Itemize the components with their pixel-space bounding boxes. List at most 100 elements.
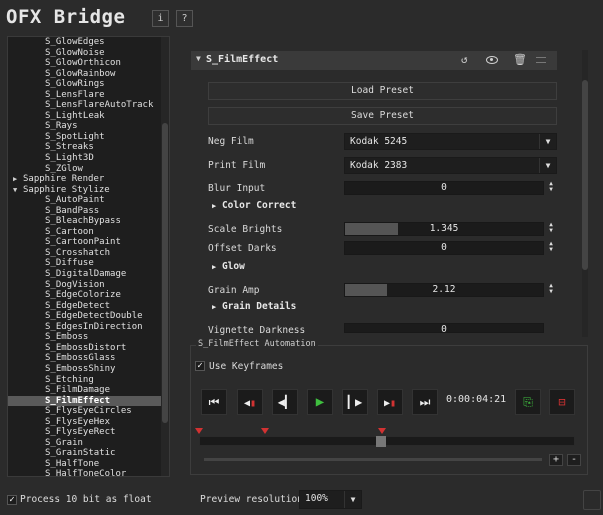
tree-item-label: S_EdgeDetect [45,300,111,311]
tree-item-label: S_BandPass [45,205,100,216]
tree-item[interactable]: S_Streaks [8,142,169,153]
use-keyframes-checkbox[interactable]: ✓ [195,361,205,371]
tree-item[interactable]: S_LensFlare [8,90,169,101]
preview-resolution-select[interactable]: 100% ▼ [299,490,362,509]
timeline-track[interactable] [199,436,575,446]
undo-icon[interactable]: ↺ [461,53,468,66]
tree-scrollbar-thumb[interactable] [162,123,168,423]
panel-scrollbar[interactable] [582,50,588,337]
tree-item[interactable]: S_GlowEdges [8,37,169,48]
tree-item[interactable]: S_SpotLight [8,132,169,143]
add-keyframe-button[interactable]: ⎘ [515,389,541,415]
tree-item[interactable]: S_BleachBypass [8,216,169,227]
go-to-start-button[interactable]: ⏮ [201,389,227,415]
vignette-darkness-field[interactable]: 0 [344,323,544,333]
info-button[interactable]: i [152,10,169,27]
tree-item[interactable]: S_EdgeDetect [8,301,169,312]
step-back-button[interactable]: ◀▎ [272,389,298,415]
tree-item[interactable]: S_FlysEyeRect [8,427,169,438]
menu-icon[interactable] [536,57,546,63]
tree-item[interactable]: S_FilmEffect [8,395,169,407]
tree-item[interactable]: S_FlysEyeCircles [8,406,169,417]
process-float-checkbox[interactable]: ✓ [7,495,17,505]
print-film-select[interactable]: Kodak 2383 ▼ [344,157,557,174]
tree-item[interactable]: S_Etching [8,375,169,386]
offset-darks-field[interactable]: 0 [344,241,544,255]
trash-icon[interactable]: 🗑 [513,53,527,66]
expand-down-icon[interactable]: ▼ [13,185,23,196]
tree-item[interactable]: S_CartoonPaint [8,237,169,248]
scale-brights-spinner[interactable]: ▲ ▼ [546,222,556,234]
blur-input-field[interactable]: 0 [344,181,544,195]
tree-item[interactable]: S_Light3D [8,153,169,164]
tree-item[interactable]: S_ZGlow [8,164,169,175]
tree-item[interactable]: S_Emboss [8,332,169,343]
tree-item[interactable]: S_Diffuse [8,258,169,269]
load-preset-button[interactable]: Load Preset [208,82,557,100]
tree-item[interactable]: S_EmbossGlass [8,353,169,364]
tree-item[interactable]: S_BandPass [8,206,169,217]
playhead[interactable] [376,436,386,447]
save-preset-button[interactable]: Save Preset [208,107,557,125]
neg-film-select[interactable]: Kodak 5245 ▼ [344,133,557,150]
tree-item[interactable]: S_GlowRings [8,79,169,90]
color-correct-section[interactable]: ▶ Color Correct [212,200,296,211]
offset-darks-value: 0 [441,242,447,253]
tree-item[interactable]: S_HalfTone [8,459,169,470]
preview-resolution-label: Preview resolution [200,494,303,505]
tree-item[interactable]: S_GlowRainbow [8,69,169,80]
help-button[interactable]: ? [176,10,193,27]
tree-item[interactable]: S_DogVision [8,280,169,291]
blur-input-spinner[interactable]: ▲ ▼ [546,181,556,193]
play-button[interactable]: ▶ [307,389,333,415]
tree-item[interactable]: S_Grain [8,438,169,449]
tree-item[interactable]: S_HalfToneColor [8,469,169,476]
step-forward-button[interactable]: ▎▶ [342,389,368,415]
effect-tree[interactable]: S_GlowEdges S_GlowNoise S_GlowOrthicon S_Gl… [7,36,170,477]
timeline-zoom-scrollbar[interactable] [204,458,542,461]
tree-item[interactable]: S_GrainStatic [8,448,169,459]
tree-category[interactable]: ▶ Sapphire Render [8,174,169,185]
tree-item-label: S_Diffuse [45,258,94,269]
tree-item[interactable]: S_DigitalDamage [8,269,169,280]
zoom-in-button[interactable]: + [549,454,563,466]
grain-details-section[interactable]: ▶ Grain Details [212,301,296,312]
grain-amp-slider[interactable]: 2.12 [344,283,544,297]
tree-scrollbar[interactable] [161,37,169,476]
tree-item[interactable]: S_Cartoon [8,227,169,238]
tree-item[interactable]: S_GlowOrthicon [8,58,169,69]
tree-item[interactable]: S_EdgesInDirection [8,322,169,333]
skip-end-icon: ⏭ [419,395,431,409]
expand-arrow-icon: ▶ [212,263,217,271]
tree-category[interactable]: ▼ Sapphire Stylize [8,185,169,196]
tree-item[interactable]: S_LensFlareAutoTrack [8,100,169,111]
delete-keyframe-button[interactable]: ⊟ [549,389,575,415]
tree-item[interactable]: S_FilmDamage [8,385,169,396]
eye-icon[interactable] [486,56,498,64]
tree-item[interactable]: S_Rays [8,121,169,132]
tree-item[interactable]: S_Crosshatch [8,248,169,259]
tree-item[interactable]: S_AutoPaint [8,195,169,206]
resize-grip[interactable] [583,490,601,510]
tree-item[interactable]: S_EmbossShiny [8,364,169,375]
next-keyframe-button[interactable]: ▶▮ [377,389,403,415]
tree-item[interactable]: S_EdgeColorize [8,290,169,301]
offset-darks-spinner[interactable]: ▲ ▼ [546,241,556,253]
glow-section[interactable]: ▶ Glow [212,261,245,272]
expand-right-icon[interactable]: ▶ [13,174,23,185]
tree-item[interactable]: S_EdgeDetectDouble [8,311,169,322]
scale-brights-slider[interactable]: 1.345 [344,222,544,236]
zoom-out-button[interactable]: - [567,454,581,466]
grain-amp-spinner[interactable]: ▲ ▼ [546,283,556,295]
tree-item[interactable]: S_FlysEyeHex [8,417,169,428]
tree-item[interactable]: S_EmbossDistort [8,343,169,354]
keyframe-marker[interactable] [378,428,386,434]
previous-keyframe-button[interactable]: ◀▮ [237,389,263,415]
keyframe-marker[interactable] [261,428,269,434]
collapse-arrow-icon[interactable]: ▼ [196,54,201,63]
tree-item[interactable]: S_GlowNoise [8,48,169,59]
go-to-end-button[interactable]: ⏭ [412,389,438,415]
panel-scrollbar-thumb[interactable] [582,80,588,270]
tree-item[interactable]: S_LightLeak [8,111,169,122]
keyframe-marker[interactable] [195,428,203,434]
